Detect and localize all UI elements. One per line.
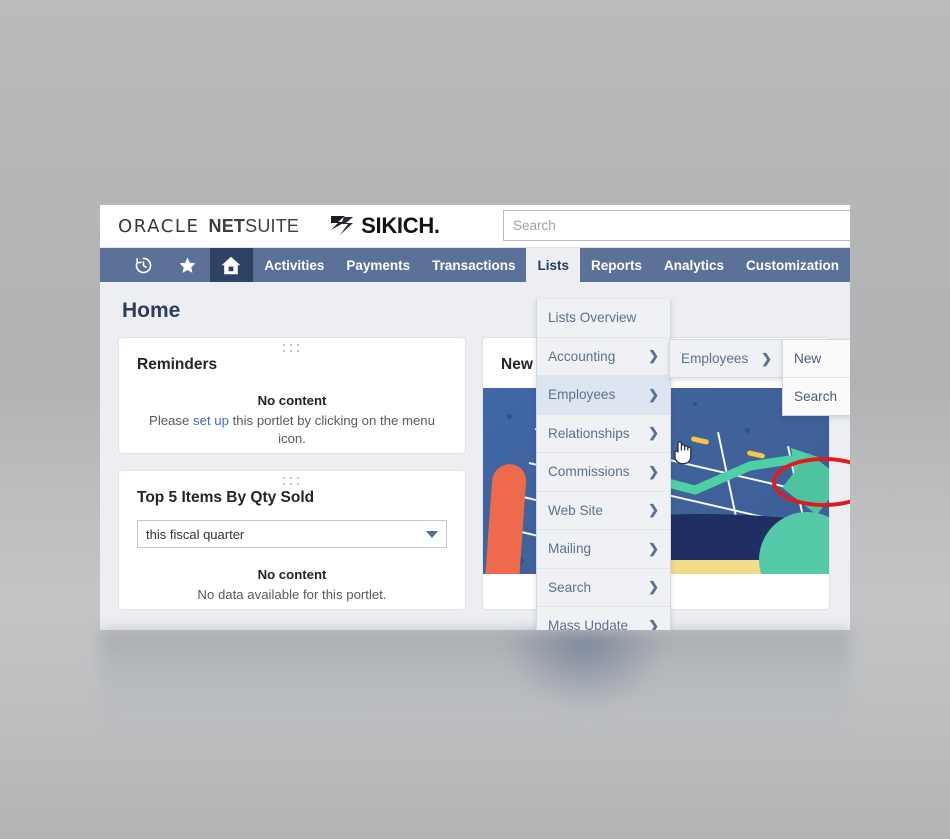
menu-item-label: Web Site — [548, 502, 603, 518]
sikich-mark-icon — [331, 216, 354, 235]
netsuite-bold-text: NET — [208, 215, 246, 236]
sikich-logo: SIKICH. — [329, 213, 440, 239]
nav-item-transactions[interactable]: Transactions — [421, 248, 526, 282]
reminders-empty-heading: No content — [257, 393, 327, 408]
top-items-empty-heading: No content — [257, 567, 327, 582]
reminders-empty-text-before: Please — [149, 412, 194, 428]
top-items-portlet: Top 5 Items By Qty Sold this fiscal quar… — [118, 470, 466, 610]
nav-item-reports[interactable]: Reports — [580, 248, 653, 282]
reminders-empty-state: No content Please set up this portlet by… — [137, 392, 447, 447]
menu-item-mass-update[interactable]: Mass Update ❯ — [537, 607, 670, 630]
reminders-portlet-title: Reminders — [137, 356, 218, 373]
oracle-netsuite-logo: ORACLE NET SUITE — [118, 216, 299, 237]
menu-item-search[interactable]: Search ❯ — [537, 569, 670, 607]
menu-item-relationships[interactable]: Relationships ❯ — [537, 415, 670, 453]
menu-item-web-site[interactable]: Web Site ❯ — [537, 492, 670, 530]
chevron-right-icon: ❯ — [648, 386, 659, 402]
action-item-new[interactable]: New — [783, 340, 850, 378]
top-items-empty-text: No data available for this portlet. — [197, 586, 387, 602]
chevron-right-icon: ❯ — [648, 348, 659, 364]
chevron-right-icon: ❯ — [648, 617, 659, 630]
top-bar: ORACLE NET SUITE SIKICH. — [100, 205, 850, 248]
menu-item-label: Commissions — [548, 464, 630, 480]
lists-dropdown-menu: Lists Overview Accounting ❯ Employees ❯ … — [536, 299, 671, 630]
menu-item-label: Accounting — [548, 348, 616, 364]
menu-item-label: Mass Update — [548, 618, 629, 630]
sikich-wordmark: SIKICH — [361, 213, 434, 238]
drag-handle-icon[interactable] — [283, 477, 301, 486]
home-icon[interactable] — [209, 248, 254, 282]
menu-item-label: Mailing — [548, 541, 592, 557]
nav-item-lists[interactable]: Lists — [526, 248, 580, 282]
chevron-right-icon: ❯ — [648, 579, 659, 595]
left-column: Reminders No content Please set up this … — [118, 337, 466, 626]
chevron-right-icon: ❯ — [761, 350, 772, 366]
chevron-right-icon: ❯ — [648, 463, 659, 479]
chevron-right-icon: ❯ — [648, 540, 659, 556]
nav-item-activities[interactable]: Activities — [253, 248, 335, 282]
search-input[interactable] — [503, 210, 850, 241]
drag-handle-icon[interactable] — [283, 344, 301, 353]
chevron-down-icon — [426, 531, 438, 538]
netsuite-screenshot: ORACLE NET SUITE SIKICH. Search Activiti… — [100, 205, 850, 630]
menu-item-employees[interactable]: Employees ❯ — [537, 376, 670, 415]
menu-item-mailing[interactable]: Mailing ❯ — [537, 530, 670, 569]
nav-item-customization[interactable]: Customization — [735, 248, 850, 282]
top-items-empty-state: No content No data available for this po… — [137, 566, 447, 604]
history-icon[interactable] — [122, 248, 166, 282]
menu-item-label: Relationships — [548, 425, 630, 441]
main-navigation-bar: Activities Payments Transactions Lists R… — [100, 248, 850, 282]
employees-actions-menu: New Search — [782, 339, 850, 416]
reminders-empty-text-after: this portlet by clicking on the menu ico… — [228, 412, 435, 446]
set-up-link[interactable]: set up — [193, 413, 229, 428]
employees-submenu: Employees ❯ — [669, 339, 784, 378]
sikich-period: . — [433, 213, 440, 238]
top-items-portlet-title: Top 5 Items By Qty Sold — [137, 489, 315, 506]
period-select[interactable]: this fiscal quarter — [137, 520, 447, 548]
nav-item-payments[interactable]: Payments — [335, 248, 421, 282]
period-select-value: this fiscal quarter — [146, 526, 245, 542]
chevron-right-icon: ❯ — [648, 502, 659, 518]
screenshot-reflection — [100, 630, 850, 740]
menu-item-lists-overview[interactable]: Lists Overview — [537, 299, 670, 338]
action-item-search[interactable]: Search — [783, 378, 850, 415]
chevron-right-icon: ❯ — [648, 425, 659, 441]
menu-item-label: Employees — [548, 387, 616, 403]
menu-item-label: Lists Overview — [548, 310, 637, 326]
page-title: Home — [122, 299, 181, 322]
oracle-wordmark: ORACLE — [118, 215, 200, 237]
menu-item-accounting[interactable]: Accounting ❯ — [537, 338, 670, 376]
reminders-portlet: Reminders No content Please set up this … — [118, 337, 466, 454]
submenu-item-label: Employees — [681, 351, 749, 366]
nav-item-analytics[interactable]: Analytics — [653, 248, 735, 282]
netsuite-light-text: SUITE — [245, 215, 300, 236]
submenu-item-employees[interactable]: Employees ❯ — [670, 340, 783, 377]
page-content: Home Reminders No content Please set up … — [100, 299, 850, 630]
global-search[interactable] — [503, 210, 850, 241]
menu-item-commissions[interactable]: Commissions ❯ — [537, 453, 670, 492]
star-icon[interactable] — [166, 248, 210, 282]
menu-item-label: Search — [548, 579, 592, 595]
